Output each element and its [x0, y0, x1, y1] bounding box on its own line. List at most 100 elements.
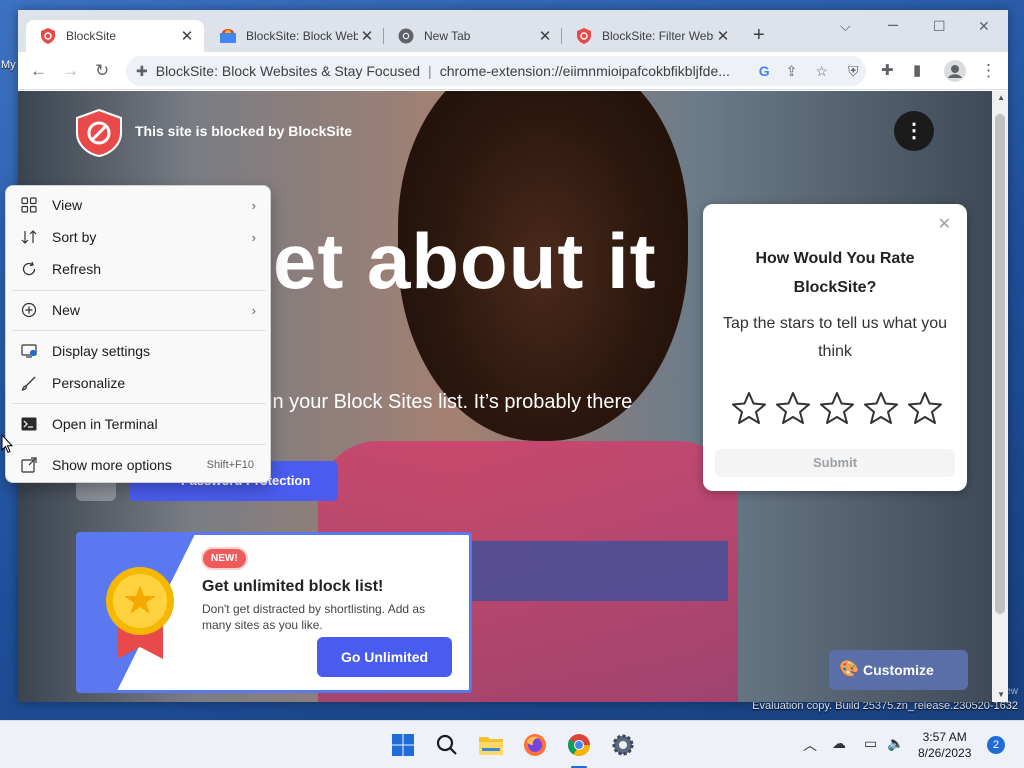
scrollbar-thumb[interactable]: [995, 114, 1005, 614]
menu-label: Show more options: [52, 457, 172, 473]
star-icon[interactable]: [859, 388, 903, 428]
blocksite-shield-icon: [40, 28, 56, 44]
go-unlimited-button[interactable]: Go Unlimited: [317, 637, 452, 677]
share-icon[interactable]: ⇪: [786, 63, 798, 80]
settings-icon[interactable]: [609, 731, 637, 759]
menu-separator: [12, 290, 266, 291]
chrome-menu-icon[interactable]: ⋮: [980, 61, 997, 81]
tab-blocksite[interactable]: BlockSite ✕: [26, 20, 204, 52]
menu-separator: [12, 403, 266, 404]
customize-label: Customize Page: [863, 662, 934, 678]
clock-date: 8/26/2023: [918, 746, 972, 760]
close-window-icon[interactable]: ✕: [978, 18, 990, 35]
side-panel-icon[interactable]: ▮: [913, 61, 921, 81]
scroll-up-icon[interactable]: ▲: [997, 93, 1005, 102]
notification-badge[interactable]: 2: [987, 736, 1005, 754]
star-icon[interactable]: [903, 388, 947, 428]
tab-title: BlockSite: Block Websites: [246, 29, 358, 43]
omnibox-site-name: BlockSite: Block Websites & Stay Focused: [155, 63, 421, 79]
new-tab-button[interactable]: +: [753, 24, 765, 47]
blocked-message: This site is blocked by BlockSite: [135, 123, 353, 139]
promo-title: Get unlimited block list!: [202, 578, 384, 595]
desktop-icon-label[interactable]: My: [1, 59, 16, 71]
windows-start-icon[interactable]: [389, 731, 417, 759]
sort-icon: [20, 228, 38, 246]
tab-close-icon[interactable]: ✕: [536, 27, 554, 45]
blocksite-logo-icon: [76, 108, 122, 162]
menu-label: Personalize: [52, 375, 126, 391]
close-icon[interactable]: ✕: [938, 214, 951, 234]
open-external-icon: [20, 456, 38, 474]
menu-item-display-settings[interactable]: Display settings: [10, 336, 266, 366]
forward-arrow-icon[interactable]: →: [62, 61, 79, 81]
menu-shortcut: Shift+F10: [206, 459, 254, 471]
system-clock[interactable]: 3:57 AM 8/26/2023: [918, 729, 971, 761]
menu-separator: [12, 444, 266, 445]
page-headline: et about it: [273, 217, 657, 305]
menu-item-sort-by[interactable]: Sort by ›: [10, 222, 266, 252]
refresh-icon: [20, 260, 38, 278]
taskbar: ︿ ☁ ▭ 🔈 3:57 AM 8/26/2023 2: [0, 720, 1024, 768]
tab-search-chevron-icon[interactable]: ⌵: [840, 18, 851, 35]
page-options-icon[interactable]: ⋮: [894, 111, 934, 151]
rating-dialog: ✕ How Would You Rate BlockSite? Tap the …: [703, 204, 967, 491]
tab-close-icon[interactable]: ✕: [714, 27, 732, 45]
star-icon[interactable]: [771, 388, 815, 428]
maximize-icon[interactable]: ☐: [933, 18, 946, 35]
rating-title: How Would You Rate BlockSite?: [755, 250, 915, 296]
terminal-icon: [20, 415, 38, 433]
menu-item-new[interactable]: New ›: [10, 295, 266, 325]
firefox-icon[interactable]: [521, 731, 549, 759]
chrome-icon: [398, 28, 414, 44]
omnibox-url: chrome-extension://eiimnmioipafcokbfikbl…: [439, 63, 730, 79]
customize-page-button[interactable]: 🎨 Customize Page: [829, 650, 968, 690]
tab-title: BlockSite: [66, 29, 117, 43]
cloud-sync-icon[interactable]: ☁: [832, 735, 846, 752]
minimize-icon[interactable]: –: [888, 14, 898, 35]
address-bar[interactable]: ✚ BlockSite: Block Websites & Stay Focus…: [126, 56, 866, 86]
menu-item-view[interactable]: View ›: [10, 190, 266, 220]
menu-label: New: [52, 302, 81, 318]
reload-icon[interactable]: ↻: [95, 61, 109, 81]
google-icon[interactable]: G: [759, 63, 770, 79]
extensions-icon[interactable]: ✚: [881, 61, 894, 81]
clock-time: 3:57 AM: [922, 730, 967, 744]
network-icon[interactable]: ▭: [864, 735, 877, 752]
star-icon[interactable]: [727, 388, 771, 428]
medal-icon: [105, 567, 175, 664]
chevron-up-icon[interactable]: ︿: [803, 735, 817, 755]
tab-close-icon[interactable]: ✕: [358, 27, 376, 45]
volume-icon[interactable]: 🔈: [887, 735, 904, 752]
search-icon[interactable]: [433, 731, 461, 759]
menu-label: Display settings: [52, 343, 151, 359]
new-badge: NEW!: [203, 549, 246, 568]
promo-description: Don't get distracted by shortlisting. Ad…: [202, 602, 426, 632]
menu-label: View: [52, 197, 83, 213]
scroll-down-icon[interactable]: ▼: [997, 690, 1005, 699]
submit-button[interactable]: Submit: [715, 449, 955, 477]
menu-item-open-terminal[interactable]: Open in Terminal: [10, 409, 266, 439]
brush-icon: [20, 374, 38, 392]
tab-blocksite-store[interactable]: BlockSite: Block Websites ✕: [206, 20, 384, 52]
display-settings-icon: [20, 342, 38, 360]
star-icon[interactable]: [815, 388, 859, 428]
chevron-right-icon: ›: [251, 229, 256, 245]
menu-label: Sort by: [52, 229, 97, 245]
chrome-icon[interactable]: [565, 731, 593, 759]
profile-avatar-icon[interactable]: [944, 60, 966, 87]
browser-toolbar: ← → ↻ ✚ BlockSite: Block Websites & Stay…: [18, 52, 1008, 90]
shield-extension-icon[interactable]: ⛨: [848, 61, 859, 81]
menu-item-personalize[interactable]: Personalize: [10, 368, 266, 398]
chrome-web-store-icon: [220, 28, 236, 44]
tab-close-icon[interactable]: ✕: [178, 27, 196, 45]
menu-label: Refresh: [52, 261, 102, 277]
menu-item-refresh[interactable]: Refresh: [10, 254, 266, 284]
file-explorer-icon[interactable]: [477, 731, 505, 759]
rating-subtitle: Tap the stars to tell us what you think: [722, 315, 948, 360]
bookmark-star-icon[interactable]: ☆: [815, 63, 828, 80]
tab-new-tab[interactable]: New Tab ✕: [384, 20, 562, 52]
tab-blocksite-filter[interactable]: BlockSite: Filter Websites ✕: [562, 20, 740, 52]
menu-item-show-more-options[interactable]: Show more options Shift+F10: [10, 450, 266, 480]
promo-card: NEW! Get unlimited block list! Don't get…: [76, 532, 472, 693]
back-arrow-icon[interactable]: ←: [30, 61, 47, 81]
